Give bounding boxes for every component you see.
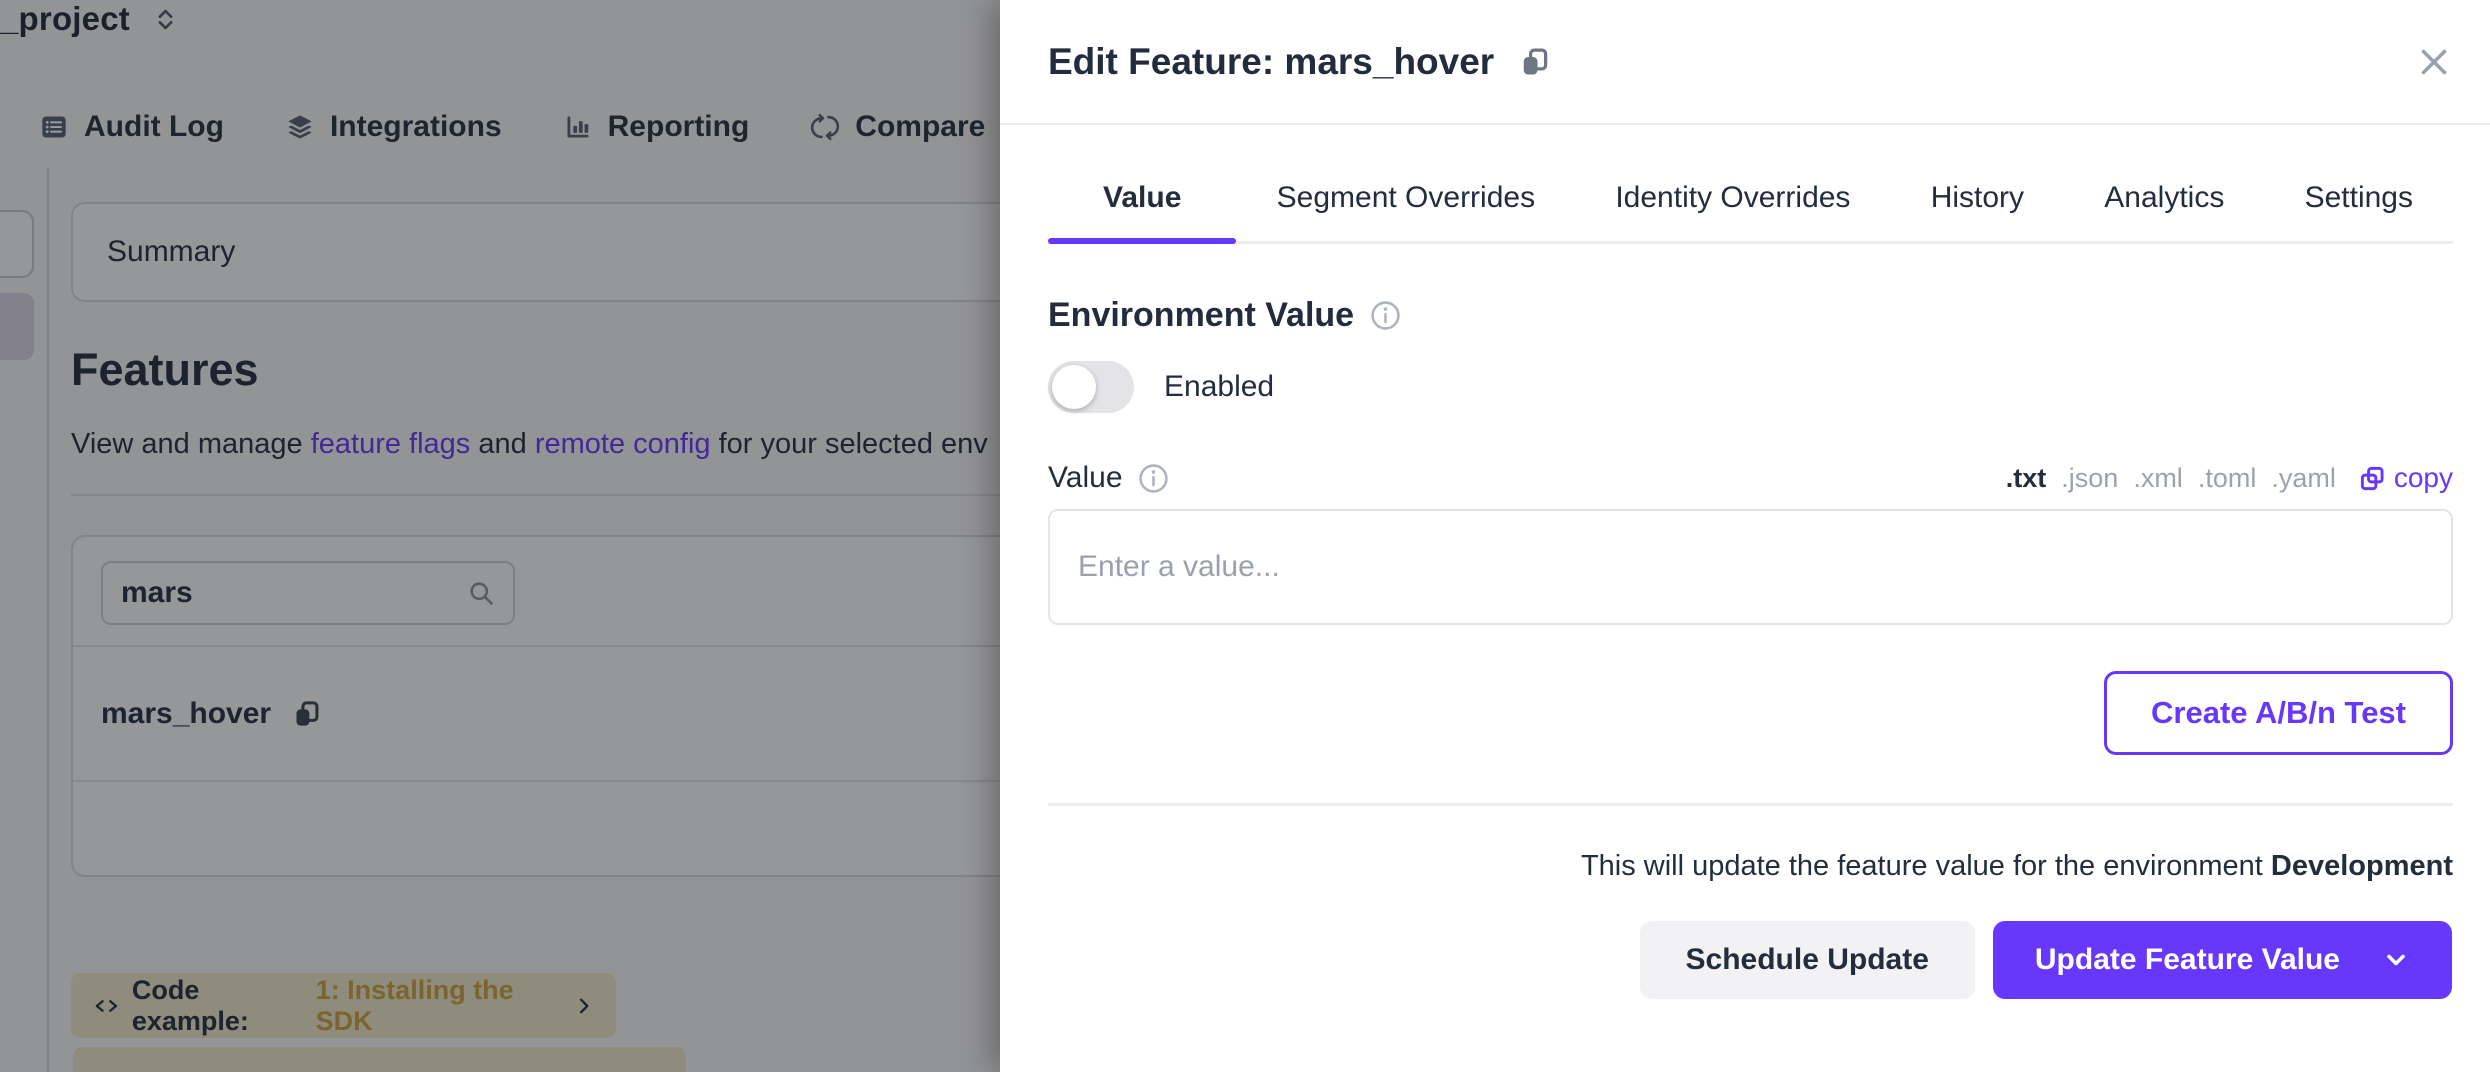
footer-actions: Schedule Update Update Feature Value: [1038, 921, 2452, 999]
format-toml[interactable]: .toml: [2198, 463, 2257, 494]
info-icon[interactable]: [1370, 300, 1401, 331]
format-txt[interactable]: .txt: [2006, 463, 2047, 494]
update-button-label: Update Feature Value: [2035, 943, 2340, 977]
enabled-toggle-row: Enabled: [1048, 361, 2442, 413]
format-json[interactable]: .json: [2061, 463, 2118, 494]
panel-title: Edit Feature: mars_hover: [1048, 41, 1494, 83]
footer-divider: [1048, 803, 2453, 806]
close-icon[interactable]: [2416, 44, 2452, 80]
value-label: Value: [1048, 461, 1123, 495]
tab-history[interactable]: History: [1891, 181, 2064, 241]
toggle-knob: [1052, 365, 1096, 409]
environment-value-title: Environment Value: [1048, 296, 1354, 335]
toggle-label: Enabled: [1164, 370, 1274, 404]
page: _project Audit Log Integrations Reportin…: [0, 0, 2490, 1072]
update-note-text: This will update the feature value for t…: [1581, 850, 2271, 882]
value-input[interactable]: [1048, 509, 2453, 625]
copy-feature-name-icon[interactable]: [1520, 47, 1550, 77]
info-icon[interactable]: [1138, 463, 1169, 494]
tab-segment-overrides[interactable]: Segment Overrides: [1237, 181, 1575, 241]
value-label-group: Value: [1048, 461, 1169, 495]
abn-test-row: Create A/B/n Test: [1037, 671, 2453, 755]
format-switcher: .txt .json .xml .toml .yaml copy: [2006, 462, 2453, 494]
environment-name: Development: [2271, 850, 2453, 882]
tab-analytics[interactable]: Analytics: [2064, 181, 2264, 241]
create-abn-test-button[interactable]: Create A/B/n Test: [2104, 671, 2453, 755]
chevron-down-icon: [2382, 946, 2410, 974]
tab-value[interactable]: Value: [1048, 181, 1236, 241]
value-editor-header: Value .txt .json .xml .toml .yaml copy: [1048, 461, 2453, 495]
update-feature-value-button[interactable]: Update Feature Value: [1993, 921, 2452, 999]
format-xml[interactable]: .xml: [2133, 463, 2183, 494]
panel-tabs: Value Segment Overrides Identity Overrid…: [1048, 125, 2453, 244]
copy-icon: [2359, 465, 2386, 492]
tab-settings[interactable]: Settings: [2265, 181, 2453, 241]
update-note: This will update the feature value for t…: [1037, 850, 2453, 883]
edit-feature-panel: Edit Feature: mars_hover Value Segment O…: [1000, 0, 2490, 1072]
schedule-update-button[interactable]: Schedule Update: [1640, 921, 1975, 999]
tab-identity-overrides[interactable]: Identity Overrides: [1575, 181, 1890, 241]
environment-value-heading: Environment Value: [1048, 296, 2442, 335]
enabled-toggle[interactable]: [1048, 361, 1134, 413]
panel-header: Edit Feature: mars_hover: [1000, 0, 2490, 125]
format-yaml[interactable]: .yaml: [2271, 463, 2336, 494]
copy-label: copy: [2394, 462, 2453, 494]
copy-value-button[interactable]: copy: [2359, 462, 2453, 494]
